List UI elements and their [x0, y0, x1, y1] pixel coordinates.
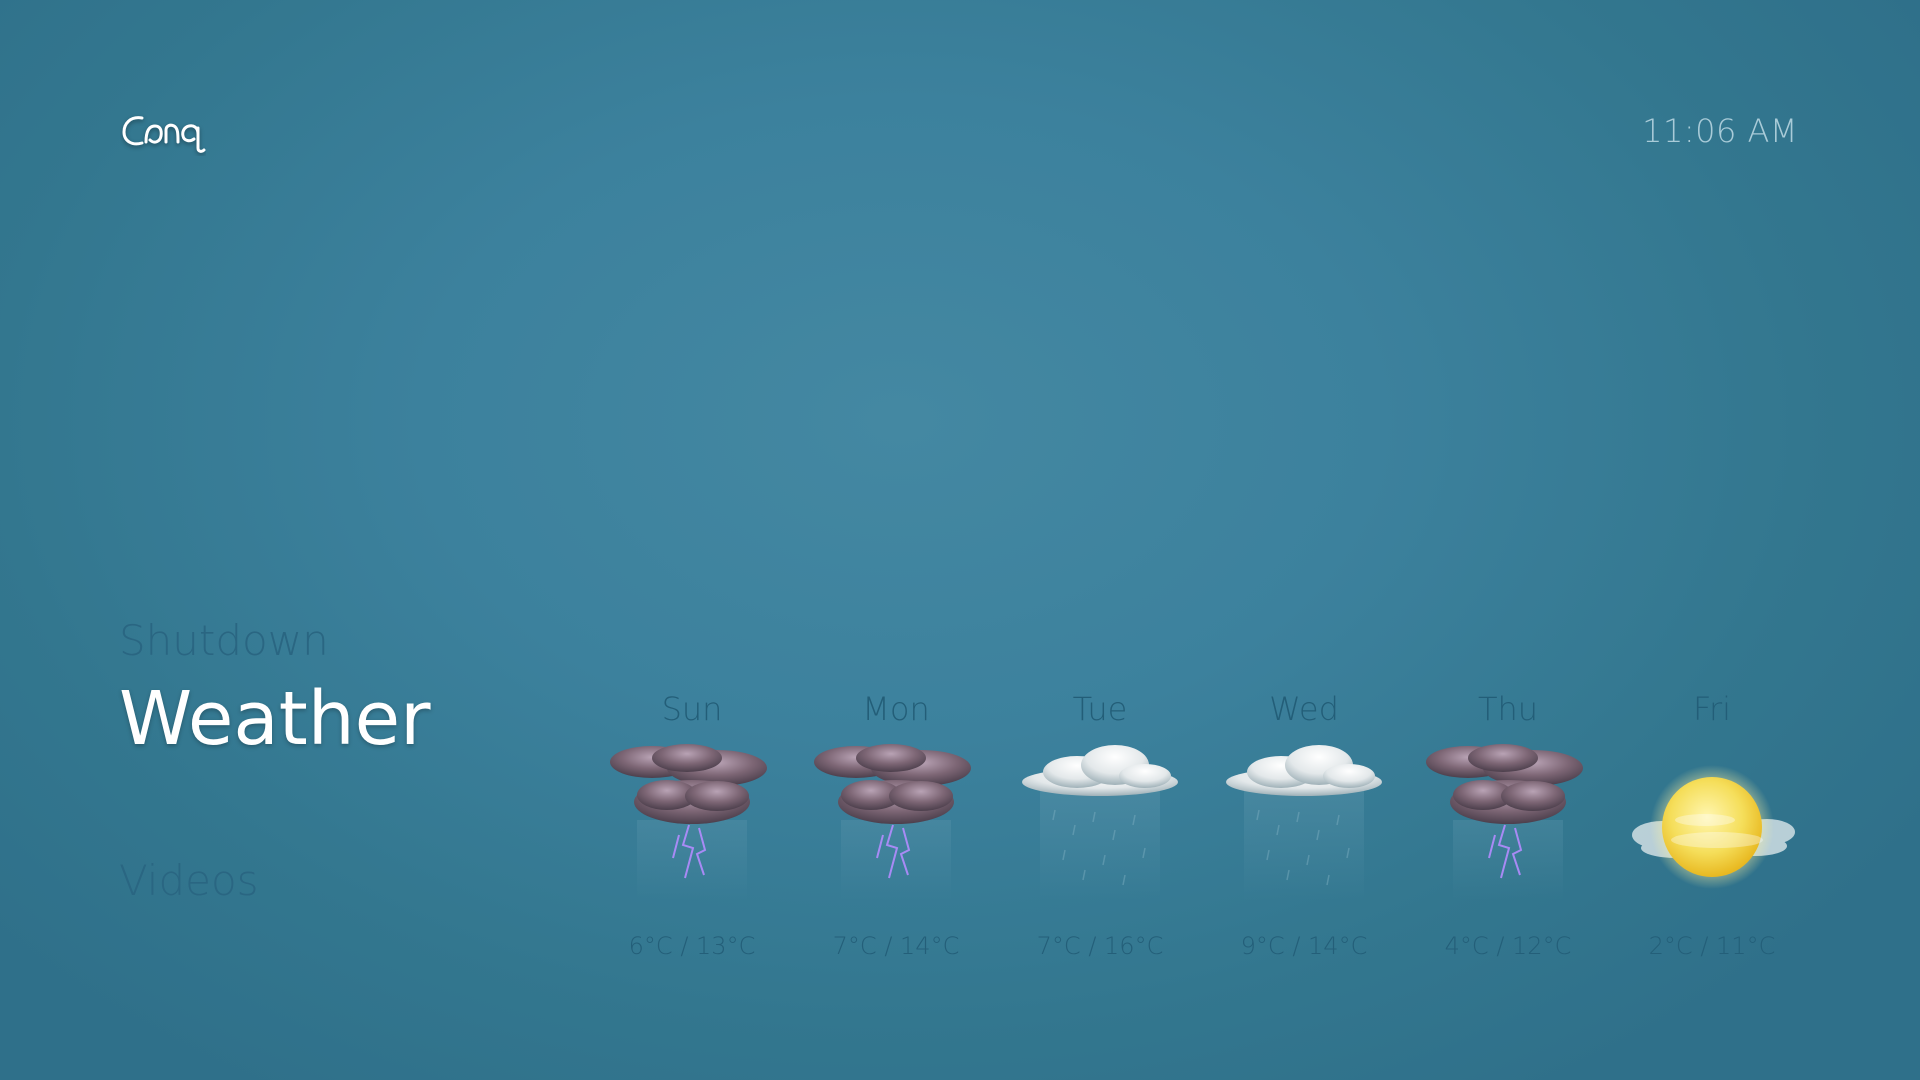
menu-item-videos[interactable]: Videos [119, 856, 259, 905]
day-name: Fri [1692, 690, 1732, 728]
thunderstorm-icon [610, 744, 767, 900]
day-temperature: 7°C / 16°C [1036, 932, 1164, 960]
thunderstorm-icon [1426, 744, 1583, 900]
clock: 11:06 AM [1642, 112, 1798, 150]
day-name: Thu [1477, 690, 1539, 728]
cloud-rain-icon [1022, 745, 1178, 900]
day-temperature: 2°C / 11°C [1648, 932, 1776, 960]
forecast-day[interactable]: Wed 9°C / 14°C [1202, 680, 1406, 980]
menu-item-weather[interactable]: Weather [119, 676, 431, 762]
forecast-day[interactable]: Thu 4°C / 12°C [1406, 680, 1610, 980]
emby-logo-icon [122, 116, 206, 153]
day-temperature: 4°C / 12°C [1444, 932, 1572, 960]
forecast-day[interactable]: Fri 2°C / 11°C [1610, 680, 1814, 980]
forecast-day[interactable]: Mon 7°C / 14°C [794, 680, 998, 980]
menu-item-shutdown[interactable]: Shutdown [119, 616, 329, 665]
day-name: Mon [862, 690, 930, 728]
forecast-day[interactable]: Sun 6°C / 13°C [590, 680, 794, 980]
day-name: Tue [1072, 690, 1128, 728]
day-temperature: 7°C / 14°C [832, 932, 960, 960]
day-name: Wed [1269, 690, 1339, 728]
thunderstorm-icon [814, 744, 971, 900]
sun-cloud-icon [1632, 765, 1795, 889]
day-temperature: 9°C / 14°C [1240, 932, 1368, 960]
day-temperature: 6°C / 13°C [628, 932, 756, 960]
weather-forecast: Sun 6°C / 13°C Mon 7°C / 14°C Tue 7°C / … [590, 680, 1814, 980]
cloud-rain-icon [1226, 745, 1382, 900]
day-name: Sun [661, 690, 723, 728]
forecast-day[interactable]: Tue 7°C / 16°C [998, 680, 1202, 980]
